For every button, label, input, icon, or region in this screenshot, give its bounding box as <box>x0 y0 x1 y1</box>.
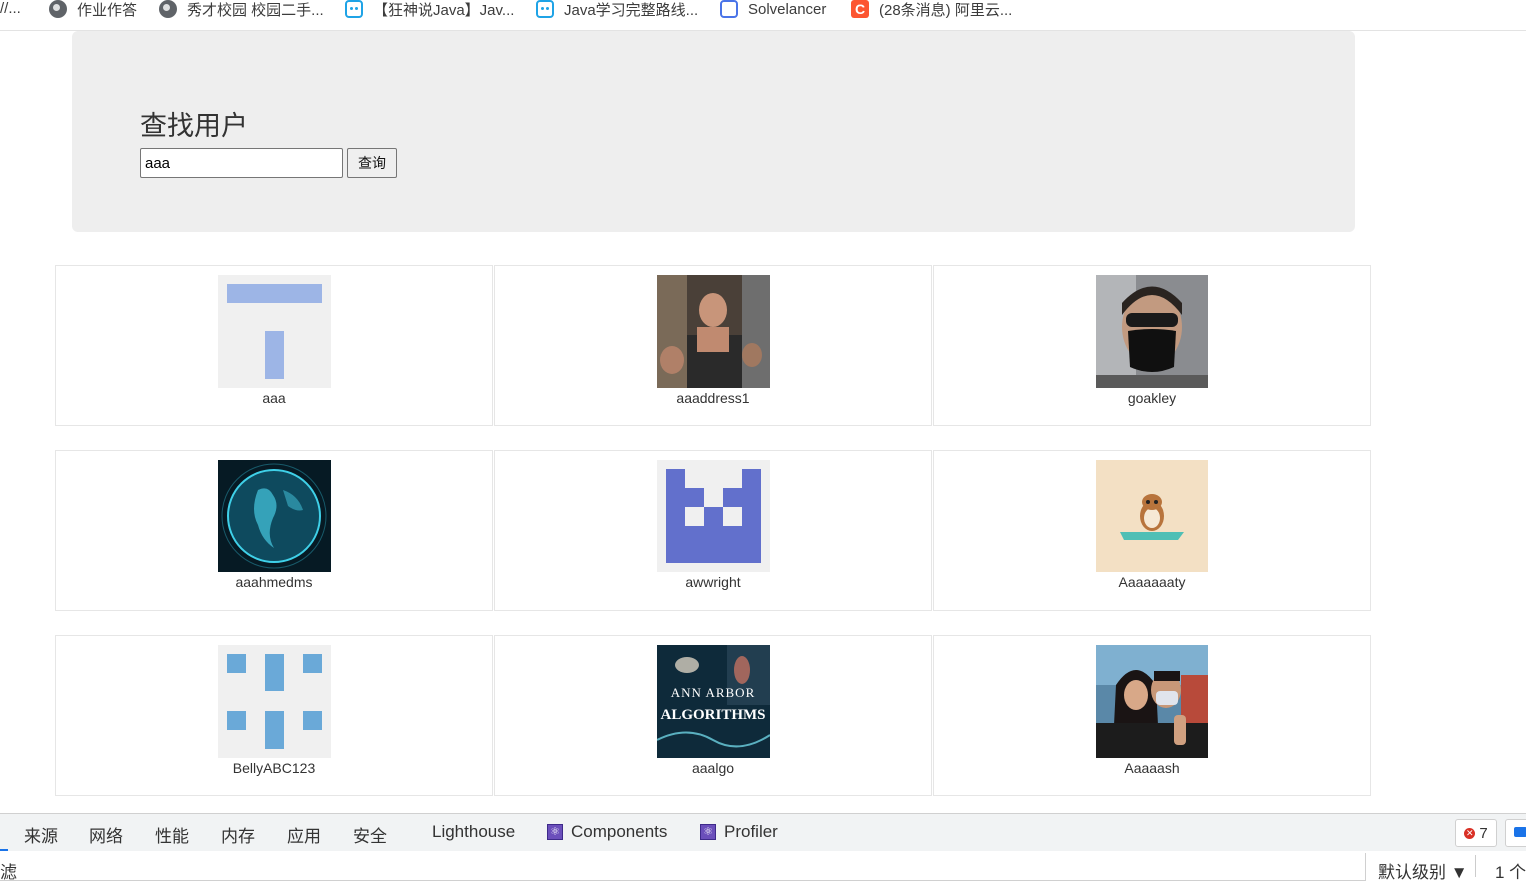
tab-label: Components <box>571 822 668 841</box>
avatar[interactable] <box>657 275 770 388</box>
username[interactable]: BellyABC123 <box>56 760 492 776</box>
log-level-dropdown[interactable]: 默认级别 ▼ <box>1378 858 1468 883</box>
logo-text-line2: ALGORITHMS <box>660 707 765 723</box>
bookmark-label: 秀才校园 校园二手... <box>187 1 324 19</box>
bookmark-item[interactable]: Solvelancer <box>720 0 826 18</box>
avatar[interactable] <box>1096 460 1208 572</box>
solvelancer-icon <box>720 0 738 18</box>
bookmark-label: Solvelancer <box>748 0 827 18</box>
divider <box>1475 855 1476 877</box>
username[interactable]: aaahmedms <box>56 574 492 590</box>
react-icon: ⚛ <box>547 824 563 840</box>
tab-performance[interactable]: 性能 <box>155 822 189 847</box>
user-card[interactable]: ANN ARBOR ALGORITHMS aaalgo <box>494 635 932 796</box>
bookmark-label: 作业作答 <box>77 1 138 19</box>
filter-input[interactable] <box>0 853 1366 881</box>
bookmark-item[interactable]: Java学习完整路线... <box>536 0 699 19</box>
avatar[interactable] <box>218 645 331 758</box>
search-input[interactable] <box>140 148 343 178</box>
username[interactable]: Aaaaash <box>934 760 1370 776</box>
bookmark-label: (28条消息) 阿里云... <box>879 1 1013 19</box>
user-card[interactable]: aaahmedms <box>55 450 493 611</box>
tab-memory[interactable]: 内存 <box>221 822 255 847</box>
user-card[interactable]: BellyABC123 <box>55 635 493 796</box>
bilibili-icon <box>345 0 363 18</box>
avatar[interactable] <box>657 460 770 572</box>
tab-label: Profiler <box>724 822 778 841</box>
username[interactable]: goakley <box>934 390 1370 406</box>
avatar[interactable]: ANN ARBOR ALGORITHMS <box>657 645 770 758</box>
error-count-badge[interactable]: ✕ 7 <box>1455 819 1497 847</box>
avatar[interactable] <box>218 275 331 388</box>
bookmark-item[interactable]: C (28条消息) 阿里云... <box>851 0 1013 19</box>
globe-icon <box>159 0 177 18</box>
globe-icon <box>49 0 67 18</box>
bookmark-truncated[interactable]: //... <box>0 0 21 17</box>
user-card[interactable]: awwright <box>494 450 932 611</box>
username[interactable]: aaalgo <box>495 760 931 776</box>
username[interactable]: Aaaaaaaty <box>934 574 1370 590</box>
bookmark-label: 【狂神说Java】Jav... <box>373 1 515 19</box>
username[interactable]: aaa <box>56 390 492 406</box>
search-button[interactable]: 查询 <box>347 148 397 178</box>
devtools-tab-bar: 来源 网络 性能 内存 应用 安全 Lighthouse ⚛ Component… <box>0 813 1526 852</box>
react-icon: ⚛ <box>700 824 716 840</box>
user-card[interactable]: aaaddress1 <box>494 265 932 426</box>
search-panel: 查找用户 查询 <box>72 31 1355 232</box>
tab-components[interactable]: ⚛ Components <box>547 822 667 842</box>
page-title: 查找用户 <box>140 111 248 141</box>
user-card[interactable]: aaa <box>55 265 493 426</box>
bookmark-label: Java学习完整路线... <box>564 1 699 19</box>
message-icon <box>1514 827 1526 837</box>
filter-label: 滤 <box>0 863 17 882</box>
bookmark-item[interactable]: 秀才校园 校园二手... <box>159 0 324 19</box>
tab-sources[interactable]: 来源 <box>24 822 58 847</box>
messages-button[interactable] <box>1505 819 1526 847</box>
bookmarks-bar: //... 作业作答 秀才校园 校园二手... 【狂神说Java】Jav... … <box>0 0 1526 31</box>
username[interactable]: awwright <box>495 574 931 590</box>
csdn-icon: C <box>851 0 869 18</box>
tab-application[interactable]: 应用 <box>287 822 321 847</box>
error-icon: ✕ <box>1464 827 1476 839</box>
tab-network[interactable]: 网络 <box>89 822 123 847</box>
console-filter-bar: 滤 默认级别 ▼ 1 个 <box>0 851 1526 882</box>
tab-profiler[interactable]: ⚛ Profiler <box>700 822 778 842</box>
bookmark-item[interactable]: 作业作答 <box>49 0 138 19</box>
avatar[interactable] <box>1096 645 1208 758</box>
logo-text-line1: ANN ARBOR <box>671 685 756 700</box>
tab-lighthouse[interactable]: Lighthouse <box>432 822 515 842</box>
error-count: 7 <box>1479 824 1488 842</box>
bilibili-icon <box>536 0 554 18</box>
user-card[interactable]: goakley <box>933 265 1371 426</box>
tab-security[interactable]: 安全 <box>353 822 387 847</box>
user-card[interactable]: Aaaaash <box>933 635 1371 796</box>
issues-counter[interactable]: 1 个 <box>1495 858 1526 883</box>
user-card[interactable]: Aaaaaaaty <box>933 450 1371 611</box>
username[interactable]: aaaddress1 <box>495 390 931 406</box>
avatar[interactable] <box>1096 275 1208 388</box>
avatar[interactable] <box>218 460 331 572</box>
bookmark-item[interactable]: 【狂神说Java】Jav... <box>345 0 515 19</box>
